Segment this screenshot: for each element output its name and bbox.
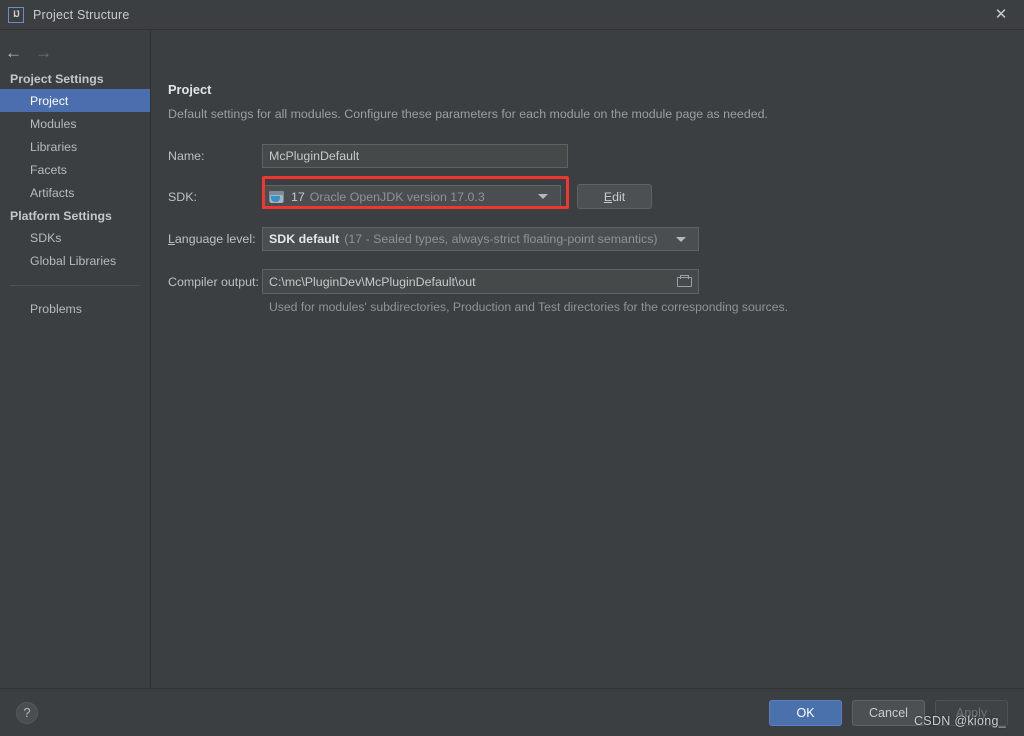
title-bar: IJ Project Structure ✕ — [0, 0, 1024, 30]
name-label: Name: — [168, 149, 205, 163]
project-structure-dialog: IJ Project Structure ✕ ← → Project Setti… — [0, 0, 1024, 736]
navigation-bar: ← → — [0, 38, 150, 67]
sidebar-item-label: Libraries — [30, 139, 78, 154]
arrow-left-icon[interactable]: ← — [5, 44, 22, 61]
sidebar-item-artifacts[interactable]: Artifacts — [0, 181, 150, 204]
compiler-output-input[interactable]: C:\mc\PluginDev\McPluginDefault\out — [262, 269, 699, 294]
sidebar-item-libraries[interactable]: Libraries — [0, 135, 150, 158]
sdk-label: SDK: — [168, 189, 197, 204]
intellij-idea-icon: IJ — [8, 6, 24, 23]
folder-open-icon[interactable] — [676, 274, 694, 290]
question-mark-icon[interactable]: ? — [16, 701, 38, 724]
sidebar-group-title-project-settings: Project Settings — [10, 72, 104, 86]
sidebar-group-title-platform-settings: Platform Settings — [10, 209, 112, 223]
java-sdk-folder-icon — [269, 190, 285, 204]
chevron-down-icon[interactable] — [538, 194, 548, 199]
language-level-value: SDK default — [269, 232, 340, 246]
compiler-output-value: C:\mc\PluginDev\McPluginDefault\out — [269, 274, 476, 289]
page-description: Default settings for all modules. Config… — [168, 107, 768, 121]
sidebar-item-problems[interactable]: Problems — [0, 297, 150, 320]
name-input[interactable]: McPluginDefault — [262, 144, 568, 168]
sdk-row: SDK: 17 Oracle OpenJDK version 17.0.3 Ed… — [168, 176, 1024, 209]
sdk-detail: Oracle OpenJDK version 17.0.3 — [309, 189, 485, 204]
watermark-text: CSDN @kiong_ — [913, 714, 1006, 728]
sidebar-item-facets[interactable]: Facets — [0, 158, 150, 181]
language-level-label: Language level: — [168, 232, 256, 246]
sidebar-item-modules[interactable]: Modules — [0, 112, 150, 135]
edit-button-label-rest: dit — [612, 189, 626, 204]
page-title: Project — [168, 82, 212, 97]
name-input-value: McPluginDefault — [269, 149, 360, 163]
sidebar-item-sdks[interactable]: SDKs — [0, 226, 150, 249]
sidebar-item-label: Artifacts — [30, 185, 75, 200]
dialog-footer: ? OK Cancel Apply CSDN @kiong_ — [0, 688, 1024, 736]
sdk-dropdown[interactable]: 17 Oracle OpenJDK version 17.0.3 — [262, 184, 561, 209]
sidebar-item-label: Modules — [30, 116, 77, 131]
arrow-right-icon[interactable]: → — [35, 44, 52, 61]
sidebar-item-label: SDKs — [30, 230, 62, 245]
sdk-version: 17 — [291, 189, 305, 204]
chevron-down-icon[interactable] — [676, 236, 686, 242]
compiler-output-label: Compiler output: — [168, 274, 259, 289]
window-title: Project Structure — [33, 7, 130, 22]
sidebar-item-label: Problems — [30, 301, 82, 316]
sidebar-divider — [10, 285, 140, 286]
language-level-row: Language level: SDK default (17 - Sealed… — [168, 227, 1024, 251]
project-settings-panel: Project Default settings for all modules… — [151, 30, 1024, 688]
sidebar: ← → Project Settings Project Modules Lib… — [0, 30, 151, 688]
sidebar-item-label: Project — [30, 93, 69, 108]
dialog-body: ← → Project Settings Project Modules Lib… — [0, 30, 1024, 688]
edit-sdk-button[interactable]: Edit — [577, 184, 652, 209]
language-level-dropdown[interactable]: SDK default (17 - Sealed types, always-s… — [262, 227, 699, 251]
ok-button[interactable]: OK — [769, 699, 842, 726]
name-row: Name: McPluginDefault — [168, 144, 1024, 168]
sidebar-item-project[interactable]: Project — [0, 89, 150, 112]
compiler-output-hint: Used for modules' subdirectories, Produc… — [269, 300, 788, 314]
sidebar-item-label: Facets — [30, 162, 67, 177]
close-icon[interactable]: ✕ — [978, 0, 1024, 29]
sidebar-item-global-libraries[interactable]: Global Libraries — [0, 249, 150, 272]
sidebar-item-label: Global Libraries — [30, 253, 117, 268]
compiler-output-row: Compiler output: C:\mc\PluginDev\McPlugi… — [168, 269, 1024, 294]
language-level-detail: (17 - Sealed types, always-strict floati… — [344, 232, 658, 246]
